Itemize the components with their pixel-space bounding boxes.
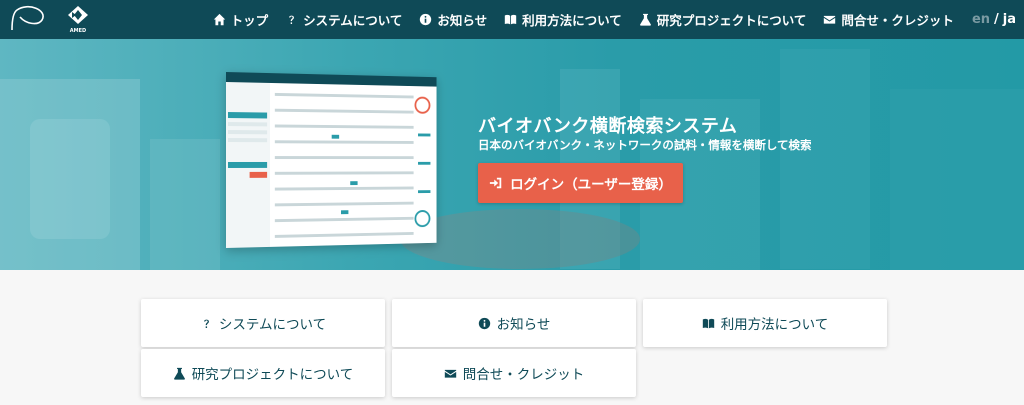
nav-usage-label: 利用方法について <box>522 13 622 28</box>
sign-in-icon <box>490 177 502 189</box>
card-news[interactable]: お知らせ <box>392 299 636 347</box>
card-usage-label: 利用方法について <box>720 317 829 333</box>
nav-project[interactable]: 研究プロジェクトについて <box>639 10 807 29</box>
hero-background-image <box>0 49 1024 270</box>
home-icon <box>213 13 225 26</box>
nav-menu: トップ システムについて お知らせ 利用方法について 研究プロジェクトについて … <box>196 0 1016 39</box>
lang-en-link[interactable]: en <box>972 12 990 27</box>
card-contact-label: 問合せ・クレジット <box>462 367 585 383</box>
card-system-label: システムについて <box>218 317 327 333</box>
hero-subtitle: 日本のバイオバンク・ネットワークの試料・情報を横断して検索 <box>478 138 812 152</box>
top-navbar: AMED トップ システムについて お知らせ 利用方法について 研究プロジェクト… <box>0 0 1024 39</box>
card-system[interactable]: システムについて <box>141 299 385 347</box>
language-switcher: en / ja <box>972 12 1016 27</box>
amed-logo[interactable]: AMED <box>66 4 90 34</box>
envelope-icon <box>824 15 836 24</box>
card-project[interactable]: 研究プロジェクトについて <box>141 349 385 397</box>
book-icon <box>702 318 714 328</box>
nav-usage[interactable]: 利用方法について <box>504 10 622 29</box>
nav-news-label: お知らせ <box>437 13 488 28</box>
nav-system-label: システムについて <box>303 13 403 28</box>
book-icon <box>504 14 517 25</box>
nav-news[interactable]: お知らせ <box>419 10 487 29</box>
flask-icon <box>639 13 651 26</box>
login-button[interactable]: ログイン（ユーザー登録） <box>478 163 683 203</box>
card-usage[interactable]: 利用方法について <box>643 299 887 347</box>
info-icon <box>478 317 490 329</box>
nav-top-label: トップ <box>230 13 269 28</box>
flask-icon <box>173 367 185 380</box>
card-project-label: 研究プロジェクトについて <box>191 367 354 383</box>
logos: AMED <box>8 4 90 34</box>
login-button-label: ログイン（ユーザー登録） <box>510 177 672 193</box>
hero-title: バイオバンク横断検索システム <box>478 116 738 137</box>
nav-contact-label: 問合せ・クレジット <box>841 13 954 28</box>
info-icon <box>420 13 432 26</box>
site-logo[interactable] <box>8 4 52 34</box>
hero-banner: バイオバンク横断検索システム 日本のバイオバンク・ネットワークの試料・情報を横断… <box>0 39 1024 270</box>
svg-text:AMED: AMED <box>70 28 86 34</box>
nav-project-label: 研究プロジェクトについて <box>656 13 807 28</box>
nav-top[interactable]: トップ <box>213 10 269 29</box>
question-icon <box>289 15 295 24</box>
question-icon <box>203 319 209 328</box>
envelope-icon <box>444 369 456 378</box>
system-preview-image <box>226 72 437 248</box>
lang-ja-link[interactable]: ja <box>1003 12 1016 27</box>
lang-separator: / <box>994 12 999 27</box>
card-news-label: お知らせ <box>496 317 551 333</box>
nav-contact[interactable]: 問合せ・クレジット <box>823 10 954 29</box>
card-contact[interactable]: 問合せ・クレジット <box>392 349 636 397</box>
nav-system[interactable]: システムについて <box>285 10 402 29</box>
